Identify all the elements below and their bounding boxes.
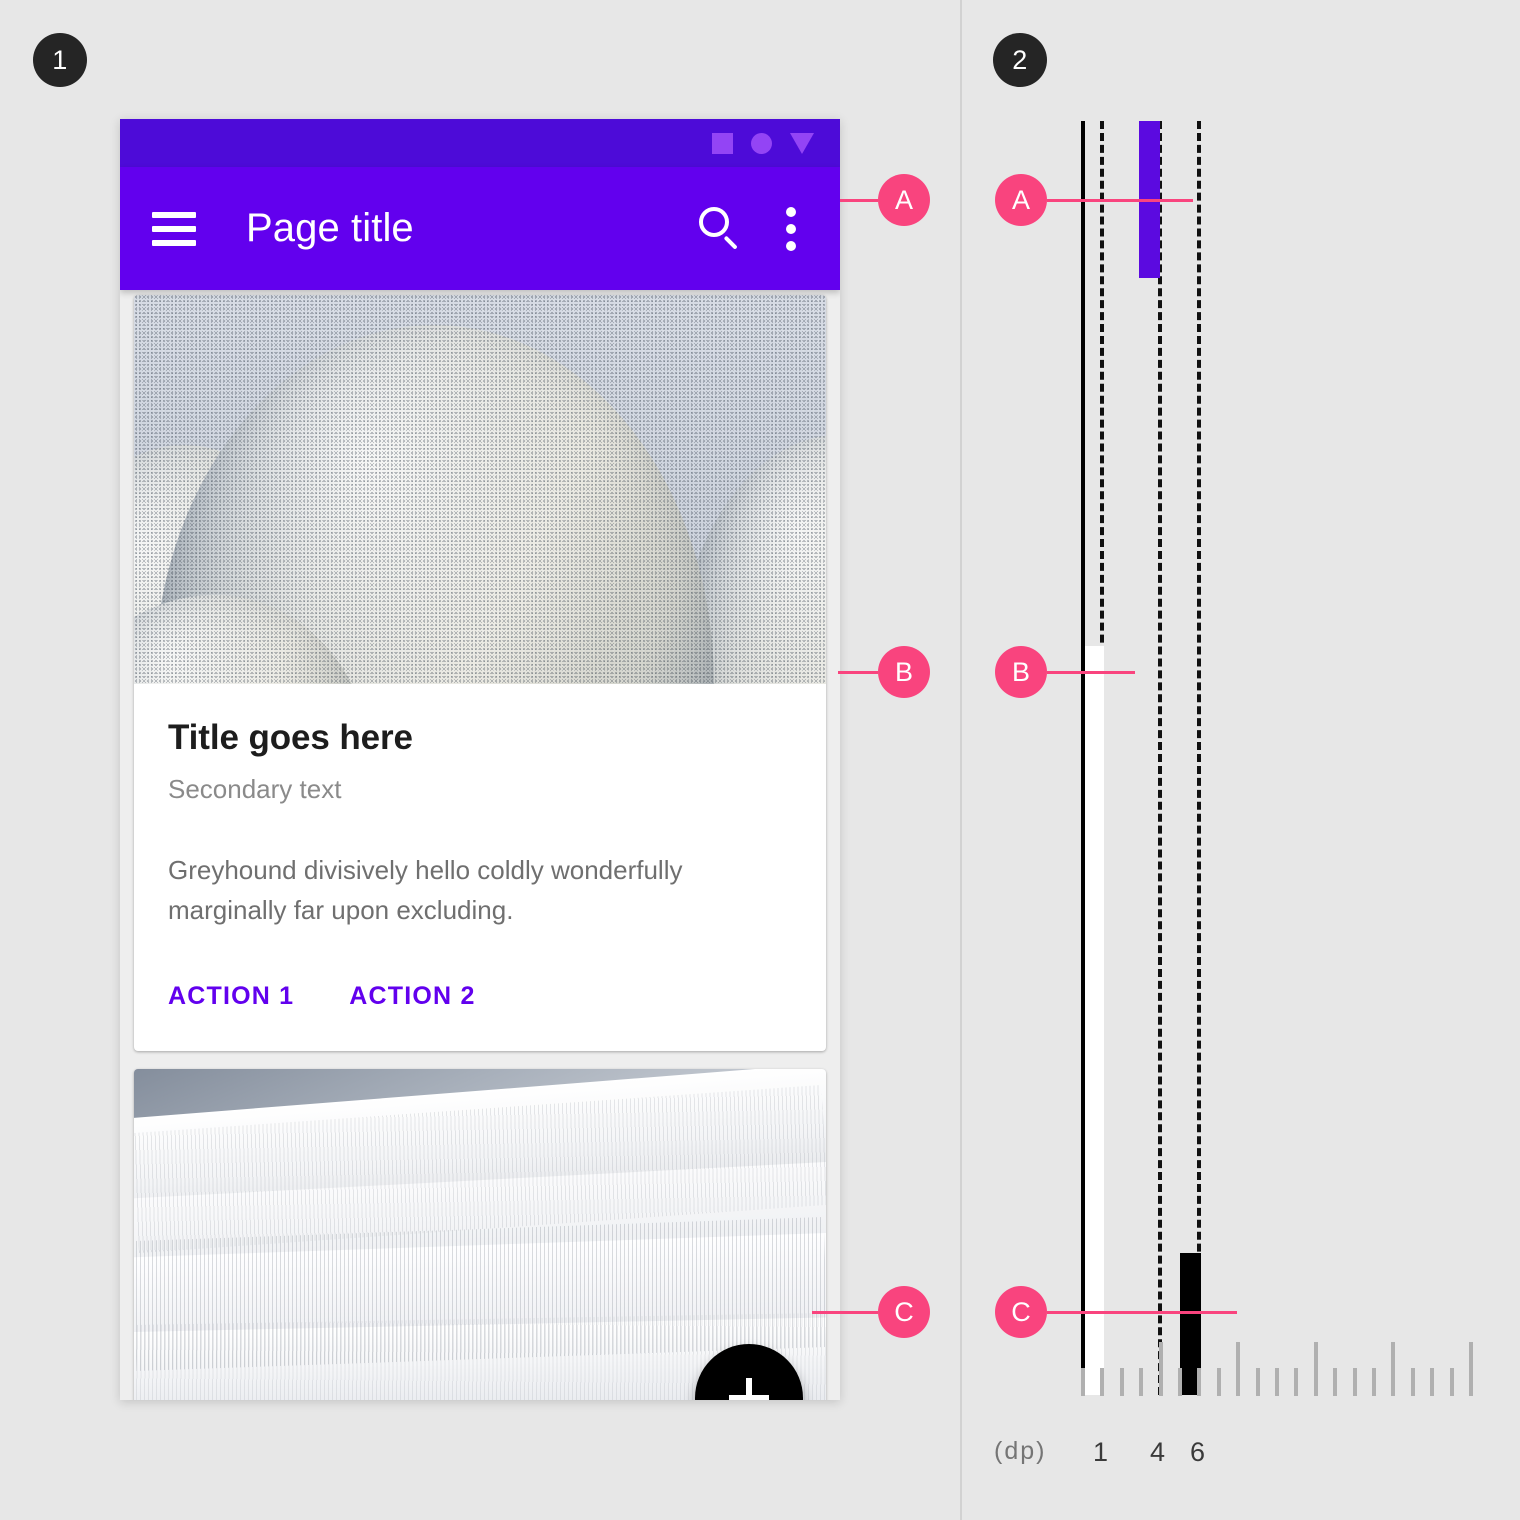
app-bar: Page title <box>120 167 840 290</box>
tick-label-6: 6 <box>1190 1437 1206 1467</box>
ruler-callout-a-dot: A <box>995 174 1047 226</box>
leader-line <box>1047 1310 1237 1314</box>
ruler-tick <box>1255 1368 1260 1396</box>
ruler-tick <box>1333 1368 1338 1396</box>
leader-line <box>1047 198 1193 202</box>
ruler-callout-b: B <box>995 646 1135 698</box>
ruler-tick <box>1216 1368 1221 1396</box>
ruler-tick <box>1081 1368 1085 1396</box>
ruler-tick <box>1294 1368 1299 1396</box>
ruler-tick <box>1275 1368 1279 1396</box>
plus-icon <box>729 1378 769 1400</box>
ruler-callout-b-dot: B <box>995 646 1047 698</box>
ruler-callout-a: A <box>995 174 1193 226</box>
ruler-tick <box>1119 1368 1124 1396</box>
ruler-tick <box>1236 1342 1241 1396</box>
ruler-unit-label: (dp) <box>994 1437 1047 1465</box>
ruler-tick <box>1100 1368 1105 1396</box>
ruler-tick <box>1139 1368 1144 1396</box>
leader-line <box>1047 670 1135 674</box>
elevation-bar-card <box>1085 646 1104 1395</box>
ruler-tick <box>1410 1368 1415 1396</box>
ruler-tick <box>1391 1342 1396 1396</box>
ruler-callout-c-dot: C <box>995 1286 1047 1338</box>
ruler-tick <box>1372 1368 1376 1396</box>
ruler-tick <box>1313 1342 1318 1396</box>
page-title: Page title <box>246 206 414 250</box>
ruler-tick <box>1430 1368 1435 1396</box>
ruler-callout-c: C <box>995 1286 1237 1338</box>
ruler-tick <box>1469 1342 1473 1396</box>
guide-line-6dp <box>1197 121 1201 1395</box>
overflow-menu-icon[interactable] <box>786 206 796 251</box>
guide-line-4dp <box>1158 121 1162 1395</box>
tick-label-1: 1 <box>1093 1437 1109 1467</box>
ruler-tick <box>1352 1368 1357 1396</box>
tick-label-4: 4 <box>1150 1437 1166 1467</box>
ruler-tick <box>1158 1342 1163 1396</box>
ruler-tick <box>1178 1368 1182 1396</box>
search-icon[interactable] <box>696 205 744 253</box>
ruler-tick <box>1449 1368 1454 1396</box>
hamburger-menu-icon[interactable] <box>152 211 196 246</box>
ruler-tick <box>1197 1368 1202 1396</box>
